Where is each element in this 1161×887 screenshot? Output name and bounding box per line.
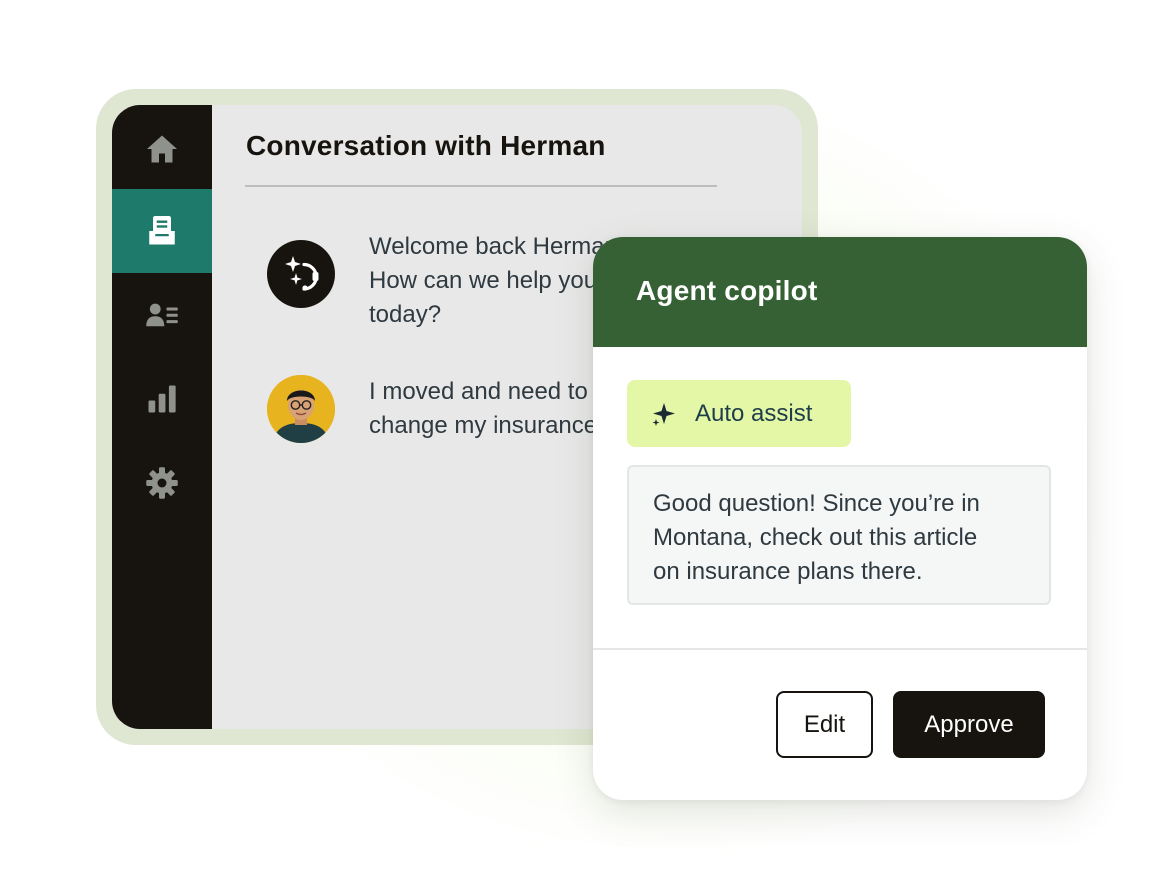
bot-avatar: [267, 240, 335, 308]
bar-chart-icon: [148, 385, 176, 413]
agent-copilot-panel: Agent copilot Auto assist Good question!…: [593, 237, 1087, 800]
user-avatar: [267, 375, 335, 443]
inbox-icon: [149, 216, 175, 245]
sidebar-item-home[interactable]: [112, 107, 212, 191]
title-divider: [245, 185, 717, 187]
sparkle-headset-icon: [285, 256, 319, 291]
contacts-icon: [146, 303, 178, 327]
copilot-header: Agent copilot: [593, 237, 1087, 347]
auto-assist-label: Auto assist: [695, 400, 813, 427]
approve-button[interactable]: Approve: [893, 691, 1045, 758]
conversation-title: Conversation with Herman: [246, 130, 606, 161]
sidebar: [112, 105, 212, 729]
suggested-reply[interactable]: Good question! Since you’re in Montana, …: [627, 465, 1051, 605]
auto-assist-button[interactable]: Auto assist: [627, 380, 851, 447]
user-photo-avatar: [267, 375, 335, 443]
sparkle-icon: [652, 403, 675, 426]
home-icon: [147, 135, 177, 163]
suggested-reply-text: Good question! Since you’re in Montana, …: [653, 490, 980, 585]
copilot-title: Agent copilot: [636, 275, 818, 306]
sidebar-item-inbox[interactable]: [112, 189, 212, 273]
sidebar-item-contacts[interactable]: [112, 273, 212, 357]
edit-button[interactable]: Edit: [776, 691, 873, 758]
sidebar-item-settings[interactable]: [112, 441, 212, 525]
copilot-divider: [593, 648, 1087, 650]
sidebar-item-analytics[interactable]: [112, 357, 212, 441]
gear-icon: [146, 467, 178, 499]
